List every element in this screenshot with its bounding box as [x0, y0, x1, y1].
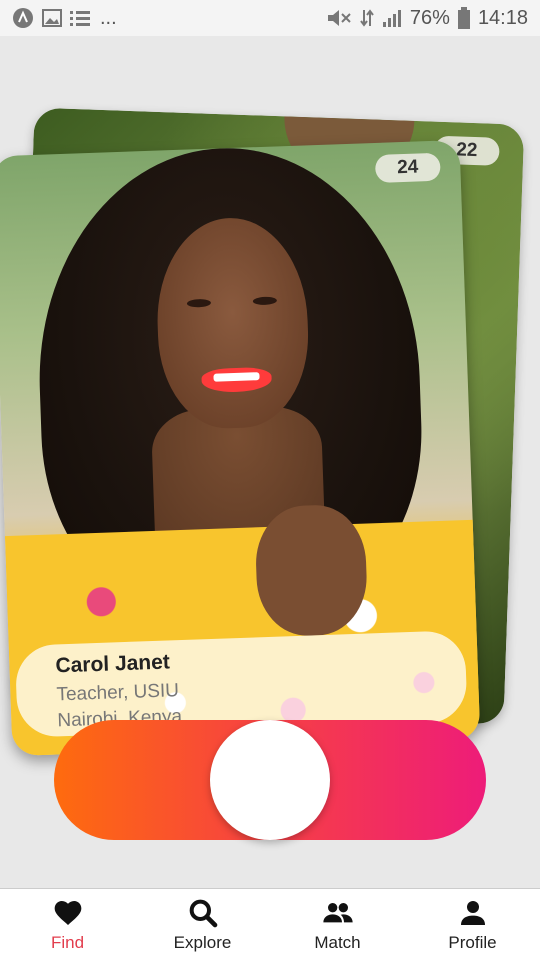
nav-find[interactable]: Find [8, 897, 128, 953]
more-notifications-dots: ... [100, 6, 117, 29]
nav-profile[interactable]: Profile [413, 897, 533, 953]
app-area: 22 24 Carol Janet Teacher, USIU Nairobi,… [0, 36, 540, 888]
clock-time: 14:18 [477, 6, 528, 29]
swipe-slider[interactable] [54, 720, 486, 840]
status-bar-right: 76% 14:18 [326, 7, 528, 30]
battery-percent: 76% [409, 6, 450, 29]
age-badge: 24 [374, 152, 441, 183]
bottom-nav: Find Explore Match Profile [0, 888, 540, 961]
nav-match[interactable]: Match [278, 897, 398, 953]
nav-label: Profile [448, 933, 497, 952]
mute-icon [326, 8, 352, 28]
nav-label: Explore [173, 933, 232, 952]
nav-label: Find [50, 933, 85, 952]
list-icon [70, 9, 92, 27]
app-notification-icon [12, 7, 34, 29]
photo-lips [201, 366, 273, 394]
battery-icon [457, 7, 470, 29]
profile-card-front[interactable]: 24 Carol Janet Teacher, USIU Nairobi, Ke… [0, 140, 481, 756]
swipe-handle[interactable] [210, 720, 330, 840]
data-transfer-icon [360, 8, 374, 28]
nav-explore[interactable]: Explore [143, 897, 263, 953]
status-bar: ... 76% 14:18 [0, 0, 540, 36]
photo-hand [254, 503, 369, 638]
image-icon [42, 9, 62, 27]
heart-icon [54, 901, 81, 925]
nav-label: Match [314, 933, 361, 952]
photo-teeth [213, 372, 260, 382]
search-icon [189, 899, 217, 928]
person-icon [460, 901, 485, 925]
people-icon [322, 903, 353, 923]
photo-eye-left [186, 298, 212, 308]
status-bar-left: ... [12, 7, 117, 30]
photo-eye-right [252, 296, 278, 306]
signal-icon [382, 8, 402, 28]
